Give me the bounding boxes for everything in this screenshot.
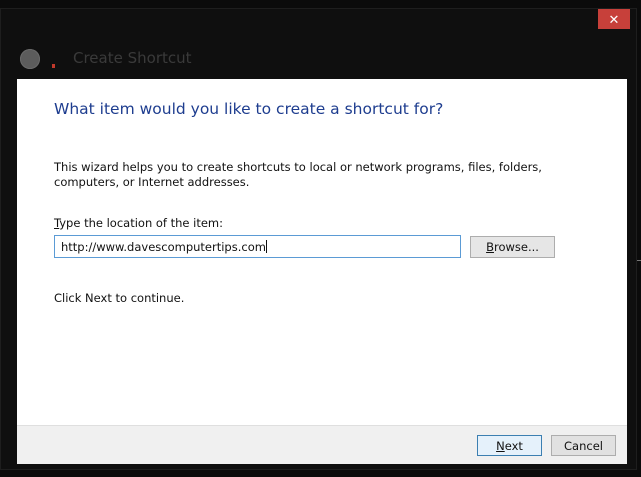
wizard-description: This wizard helps you to create shortcut… — [54, 160, 542, 189]
text-cursor — [265, 240, 267, 253]
location-input[interactable]: http://www.davescomputertips.com — [54, 235, 461, 258]
back-arrow-icon[interactable] — [20, 49, 40, 69]
location-label: Type the location of the item: — [54, 216, 223, 230]
browse-accesskey: B — [486, 240, 494, 254]
wizard-content: What item would you like to create a sho… — [17, 79, 627, 464]
browse-label: rowse... — [493, 240, 539, 254]
close-icon: ✕ — [608, 11, 620, 27]
next-accesskey: N — [496, 438, 505, 453]
continue-instruction: Click Next to continue. — [54, 291, 185, 305]
next-label: ext — [504, 438, 523, 453]
close-button[interactable]: ✕ — [598, 9, 630, 29]
title-bar: Create Shortcut ✕ — [1, 9, 636, 79]
location-input-value: http://www.davescomputertips.com — [61, 240, 266, 254]
location-label-text: ype the location of the item: — [59, 216, 224, 230]
wizard-footer: Next Cancel — [17, 425, 627, 464]
create-shortcut-window: Create Shortcut ✕ What item would you li… — [0, 8, 637, 470]
browse-button[interactable]: Browse... — [470, 236, 555, 258]
next-button[interactable]: Next — [477, 435, 542, 456]
window-title: Create Shortcut — [73, 49, 192, 67]
page-title: What item would you like to create a sho… — [54, 100, 444, 118]
cancel-button[interactable]: Cancel — [551, 435, 616, 456]
shortcut-app-icon — [52, 64, 55, 68]
